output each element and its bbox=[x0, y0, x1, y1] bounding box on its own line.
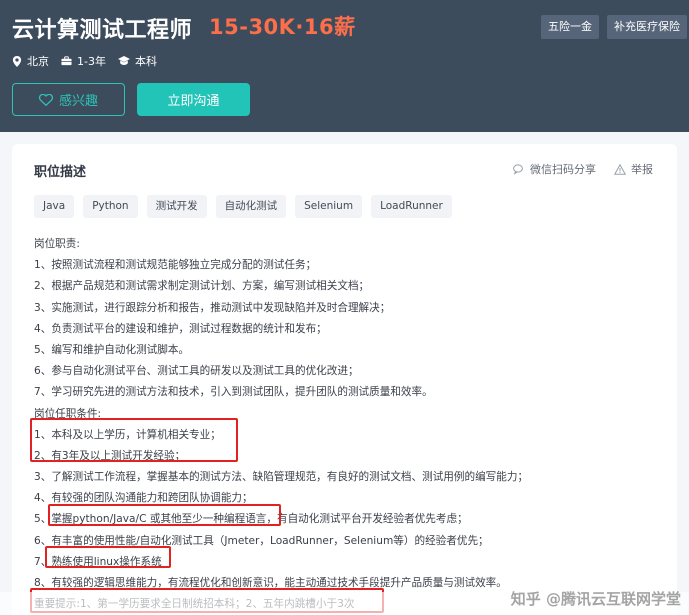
report-button[interactable]: 举报 bbox=[614, 161, 653, 177]
briefcase-icon bbox=[61, 56, 72, 66]
wechat-share-label: 微信扫码分享 bbox=[530, 163, 596, 176]
description-line: 2、根据产品规范和测试需求制定测试计划、方案，编写测试相关文档； bbox=[34, 280, 370, 293]
job-title: 云计算测试工程师 bbox=[12, 18, 193, 43]
meta-location: 北京 bbox=[12, 53, 49, 69]
report-label: 举报 bbox=[631, 163, 653, 176]
requirement-line: 5、掌握python/Java/C 或其他至少一种编程语言，有自动化测试平台开发… bbox=[34, 513, 468, 526]
meta-experience: 1-3年 bbox=[61, 53, 106, 69]
heart-icon bbox=[38, 93, 53, 106]
requirement-line: 3、了解测试工作流程，掌握基本的测试方法、缺陷管理规范，有良好的测试文档、测试用… bbox=[34, 471, 529, 484]
skill-tag[interactable]: Selenium bbox=[295, 195, 363, 218]
job-meta: 北京 1-3年 本科 bbox=[12, 53, 169, 69]
card-actions: 微信扫码分享 举报 bbox=[513, 161, 653, 177]
requirement-line: 7、熟练使用linux操作系统 bbox=[34, 555, 162, 568]
requirement-line: 8、有较强的逻辑思维能力，有流程优化和创新意识，能主动通过技术手段提升产品质量与… bbox=[34, 577, 507, 589]
skill-tag[interactable]: Java bbox=[34, 195, 75, 218]
benefit-tag: 补充医疗保险 bbox=[607, 15, 687, 39]
experience-text: 1-3年 bbox=[77, 55, 106, 68]
location-icon bbox=[12, 55, 22, 67]
graduation-cap-icon bbox=[117, 56, 130, 65]
responsibilities-heading: 岗位职责: bbox=[34, 238, 80, 250]
description-line: 1、按照测试流程和测试规范能够独立完成分配的测试任务； bbox=[34, 259, 317, 272]
education-text: 本科 bbox=[134, 55, 157, 68]
requirement-line: 1、本科及以上学历，计算机相关专业； bbox=[34, 428, 221, 441]
meta-education: 本科 bbox=[117, 53, 157, 69]
important-note: 重要提示:1、第一学历要求全日制统招本科；2、五年内跳槽小于3次 bbox=[34, 598, 355, 611]
chat-now-label: 立即沟通 bbox=[167, 94, 220, 109]
description-line: 7、学习研究先进的测试方法和技术，引入到测试团队，提升团队的测试质量和效率。 bbox=[34, 386, 433, 399]
skill-tags: Java Python 测试开发 自动化测试 Selenium LoadRunn… bbox=[34, 195, 452, 218]
requirements-heading: 岗位任职条件: bbox=[34, 407, 102, 420]
location-text: 北京 bbox=[27, 55, 49, 68]
description-line: 5、编写和维护自动化测试脚本。 bbox=[34, 343, 190, 356]
benefit-tag: 五险一金 bbox=[541, 15, 599, 39]
warning-icon bbox=[614, 163, 626, 175]
section-title: 职位描述 bbox=[34, 165, 87, 180]
job-description-card: 职位描述 微信扫码分享 举报 Java Python 测试开发 自动化测试 Se… bbox=[12, 144, 677, 615]
wechat-icon bbox=[513, 163, 523, 175]
skill-tag[interactable]: 测试开发 bbox=[146, 195, 207, 218]
skill-tag[interactable]: Python bbox=[83, 195, 138, 218]
skill-tag[interactable]: 自动化测试 bbox=[215, 195, 287, 218]
skill-tag[interactable]: LoadRunner bbox=[371, 195, 452, 218]
interested-button[interactable]: 感兴趣 bbox=[12, 83, 125, 116]
description-line: 3、实施测试，进行跟踪分析和报告，推动测试中发现缺陷并及时合理解决； bbox=[34, 301, 391, 314]
chat-now-button[interactable]: 立即沟通 bbox=[137, 83, 250, 116]
requirement-line: 6、有丰富的使用性能/自动化测试工具（Jmeter，LoadRunner，Sel… bbox=[34, 534, 489, 547]
interested-label: 感兴趣 bbox=[58, 94, 98, 109]
benefits-list: 五险一金 补充医疗保险 bbox=[541, 15, 687, 39]
job-description: 岗位职责: 1、按照测试流程和测试规范能够独立完成分配的测试任务； 2、根据产品… bbox=[34, 234, 674, 615]
description-line: 6、参与自动化测试平台、测试工具的研发以及测试工具的优化改进； bbox=[34, 365, 359, 378]
wechat-share-button[interactable]: 微信扫码分享 bbox=[513, 161, 596, 177]
requirement-line: 4、有较强的团队沟通能力和跨团队协调能力； bbox=[34, 492, 253, 505]
salary: 15-30K·16薪 bbox=[209, 15, 356, 39]
description-line: 4、负责测试平台的建设和维护，测试过程数据的统计和发布； bbox=[34, 322, 327, 335]
job-header: 云计算测试工程师 15-30K·16薪 五险一金 补充医疗保险 北京 1-3年 bbox=[0, 0, 689, 132]
requirement-line: 2、有3年及以上测试开发经验； bbox=[34, 449, 186, 462]
